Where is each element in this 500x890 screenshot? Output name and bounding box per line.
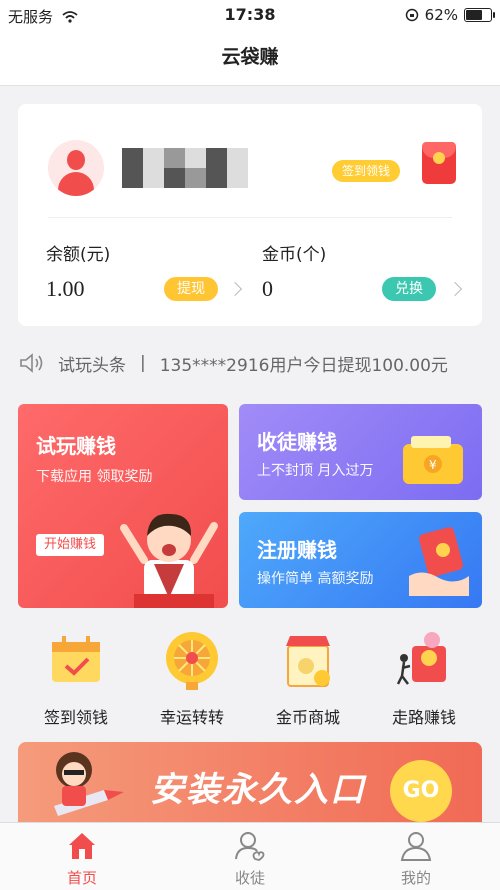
divider	[48, 217, 452, 218]
tab-home[interactable]: 首页	[22, 829, 142, 888]
orientation-lock-icon	[405, 8, 418, 22]
walk-money-icon	[392, 628, 456, 692]
tab-label: 收徒	[234, 869, 265, 887]
shortcut-walk-earn[interactable]: 走路赚钱	[366, 628, 482, 728]
register-subtitle: 操作简单 高额奖励	[257, 571, 374, 587]
page-title: 云袋赚	[0, 30, 500, 86]
ticker-message: 135****2916用户今日提现100.00元	[159, 355, 448, 376]
install-shortcut-banner[interactable]: 安装永久入口 GO	[18, 742, 482, 822]
shortcut-label: 幸运转转	[159, 708, 224, 727]
shortcut-label: 金币商城	[275, 708, 340, 727]
hand-red-envelope-icon	[409, 527, 469, 596]
profile-icon	[399, 829, 433, 863]
tab-label: 我的	[400, 869, 431, 887]
banner-text: 安装永久入口	[150, 770, 366, 810]
start-earning-button[interactable]: 开始赚钱	[36, 534, 105, 556]
calendar-icon	[44, 628, 108, 692]
coins-label: 金币(个)	[262, 245, 327, 265]
wallet-icon: ¥	[403, 436, 463, 484]
balance-label: 余额(元)	[46, 245, 111, 265]
shortcut-sign-in[interactable]: 签到领钱	[18, 628, 134, 728]
coins-value: 0	[262, 276, 273, 301]
status-bar: 无服务 17:38 62%	[0, 0, 500, 30]
chevron-right-icon[interactable]	[447, 281, 463, 297]
shortcut-coin-shop[interactable]: 金币商城	[250, 628, 366, 728]
battery-icon	[464, 8, 495, 22]
recruit-title: 收徒赚钱	[257, 430, 337, 454]
trial-title: 试玩赚钱	[36, 434, 116, 458]
sign-in-button[interactable]: 签到领钱	[332, 160, 401, 182]
account-card: 签到领钱 余额(元) 1.00 提现 金币(个) 0 兑换	[18, 104, 482, 326]
ticker-title: 试玩头条	[58, 355, 126, 376]
shop-icon	[276, 628, 340, 692]
recruit-earn-card[interactable]: 收徒赚钱 上不封顶 月入过万 ¥	[239, 404, 482, 500]
news-ticker[interactable]: 试玩头条 | 135****2916用户今日提现100.00元	[18, 347, 482, 379]
red-envelope-icon[interactable]	[422, 142, 456, 184]
ticker-separator: |	[140, 353, 146, 373]
avatar[interactable]	[48, 140, 104, 196]
girl-rocket-icon	[54, 752, 124, 816]
username-mosaic	[122, 148, 248, 188]
shortcut-lucky-wheel[interactable]: 幸运转转	[134, 628, 250, 728]
balance-value: 1.00	[46, 276, 85, 301]
register-title: 注册赚钱	[257, 538, 337, 562]
shortcut-label: 走路赚钱	[391, 708, 456, 727]
tab-bar: 首页 收徒 我的	[0, 822, 500, 890]
speaker-icon	[20, 353, 43, 373]
cheering-boy-icon	[120, 513, 218, 608]
shortcut-label: 签到领钱	[43, 708, 108, 727]
tab-label: 首页	[66, 869, 97, 887]
recruit-icon	[233, 829, 267, 863]
lucky-wheel-icon	[160, 628, 224, 692]
home-icon	[65, 829, 99, 863]
trial-earn-card[interactable]: 试玩赚钱 下载应用 领取奖励 开始赚钱	[18, 404, 228, 608]
exchange-button[interactable]: 兑换	[382, 277, 436, 301]
register-earn-card[interactable]: 注册赚钱 操作简单 高额奖励	[239, 512, 482, 608]
trial-subtitle: 下载应用 领取奖励	[36, 469, 153, 485]
tab-profile[interactable]: 我的	[356, 829, 476, 888]
withdraw-button[interactable]: 提现	[164, 277, 218, 301]
battery-percent: 62%	[424, 6, 458, 24]
shortcut-grid: 签到领钱 幸运转转 金币商城 走路赚钱	[0, 628, 500, 728]
tab-recruit[interactable]: 收徒	[190, 829, 310, 888]
go-button[interactable]: GO	[390, 760, 452, 822]
chevron-right-icon[interactable]	[227, 281, 243, 297]
recruit-subtitle: 上不封顶 月入过万	[257, 463, 374, 479]
svg-text:¥: ¥	[429, 458, 437, 472]
